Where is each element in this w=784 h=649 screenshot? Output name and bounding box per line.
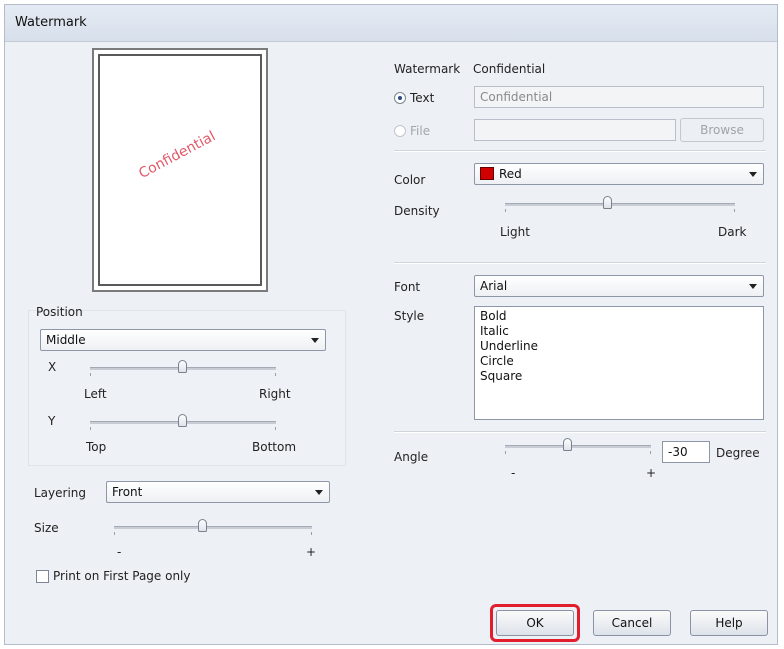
y-slider-tick: [275, 427, 276, 430]
chevron-down-icon: [311, 338, 319, 343]
layering-select[interactable]: Front: [106, 481, 330, 503]
x-label: X: [48, 360, 57, 374]
font-select[interactable]: Arial: [474, 275, 764, 297]
text-radio-label: Text: [410, 91, 435, 105]
size-slider-track[interactable]: [114, 526, 312, 529]
angle-unit-label: Degree: [716, 446, 760, 460]
cancel-button[interactable]: Cancel: [593, 610, 671, 636]
position-select-value: Middle: [46, 333, 86, 347]
size-slider-thumb[interactable]: [198, 519, 207, 532]
size-slider-tick: [311, 532, 312, 535]
print-first-page-label: Print on First Page only: [53, 569, 191, 583]
size-max-label: +: [306, 545, 317, 559]
density-max-label: Dark: [718, 225, 747, 239]
y-max-label: Bottom: [252, 440, 297, 454]
y-slider-tick: [90, 427, 91, 430]
angle-slider-thumb[interactable]: [563, 438, 572, 451]
chevron-down-icon: [749, 284, 757, 289]
y-slider-thumb[interactable]: [178, 414, 187, 427]
print-first-page-checkbox[interactable]: [36, 570, 49, 583]
density-slider-tick: [505, 209, 506, 212]
size-min-label: -: [117, 545, 122, 559]
font-select-value: Arial: [480, 279, 508, 293]
layering-label: Layering: [34, 486, 87, 500]
angle-input[interactable]: [663, 442, 709, 462]
angle-slider-track[interactable]: [505, 445, 651, 448]
angle-max-label: +: [646, 466, 657, 480]
separator: [394, 150, 766, 152]
ok-button[interactable]: OK: [496, 610, 574, 636]
density-slider-tick: [734, 209, 735, 212]
x-slider-tick: [275, 373, 276, 376]
x-slider-tick: [90, 373, 91, 376]
x-slider-thumb[interactable]: [178, 360, 187, 373]
y-label: Y: [48, 414, 56, 428]
color-select-value: Red: [499, 167, 522, 181]
density-slider-track[interactable]: [505, 203, 735, 206]
angle-slider-tick: [650, 451, 651, 454]
x-max-label: Right: [259, 387, 291, 401]
watermark-name: Confidential: [473, 62, 546, 76]
chevron-down-icon: [315, 490, 323, 495]
angle-slider-tick: [505, 451, 506, 454]
style-option[interactable]: Bold: [475, 309, 763, 324]
help-button[interactable]: Help: [690, 610, 768, 636]
density-label: Density: [394, 204, 440, 218]
watermark-text-field[interactable]: [474, 86, 764, 108]
style-option[interactable]: Square: [475, 369, 763, 384]
style-label: Style: [394, 309, 425, 323]
separator: [394, 431, 766, 433]
size-label: Size: [34, 521, 59, 535]
style-option[interactable]: Circle: [475, 354, 763, 369]
chevron-down-icon: [749, 172, 757, 177]
text-radio[interactable]: [394, 92, 406, 104]
color-select[interactable]: Red: [474, 163, 764, 185]
style-option[interactable]: Italic: [475, 324, 763, 339]
separator: [394, 262, 766, 264]
dialog-title: Watermark: [15, 15, 87, 30]
file-radio[interactable]: [394, 125, 406, 137]
position-label: Position: [36, 305, 83, 319]
layering-select-value: Front: [112, 485, 143, 499]
style-listbox[interactable]: Bold Italic Underline Circle Square: [474, 306, 764, 420]
angle-label: Angle: [394, 450, 429, 464]
x-min-label: Left: [84, 387, 107, 401]
density-min-label: Light: [500, 225, 530, 239]
file-radio-label: File: [410, 124, 431, 138]
file-path-input[interactable]: [475, 120, 675, 140]
watermark-text-input[interactable]: [475, 87, 763, 107]
position-select[interactable]: Middle: [40, 329, 326, 351]
font-label: Font: [394, 280, 421, 294]
preview-page: [98, 54, 262, 286]
file-path-field[interactable]: [474, 119, 676, 141]
title-bar: Watermark: [5, 5, 777, 42]
angle-min-label: -: [511, 466, 516, 480]
size-slider-tick: [114, 532, 115, 535]
color-label: Color: [394, 173, 426, 187]
angle-field[interactable]: [662, 441, 710, 463]
style-option[interactable]: Underline: [475, 339, 763, 354]
color-swatch: [480, 167, 494, 180]
y-min-label: Top: [86, 440, 107, 454]
density-slider-thumb[interactable]: [603, 196, 612, 209]
watermark-label: Watermark: [394, 62, 461, 76]
browse-button[interactable]: Browse: [680, 118, 764, 142]
